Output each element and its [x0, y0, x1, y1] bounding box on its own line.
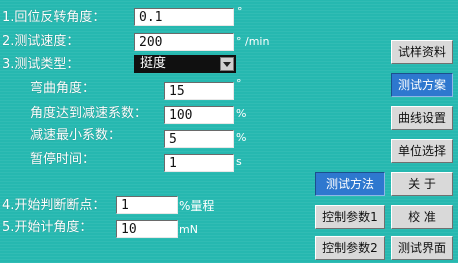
- test-plan-button[interactable]: 测试方案: [391, 73, 453, 97]
- break-point-unit: %量程: [179, 199, 215, 213]
- break-point-input[interactable]: 1: [116, 196, 178, 214]
- test-type-label: 3.测试类型：: [2, 57, 80, 72]
- test-speed-label: 2.测试速度：: [2, 34, 80, 49]
- angle-decel-coef-label: 角度达到减速系数：: [30, 106, 148, 121]
- chevron-down-icon[interactable]: [220, 57, 234, 71]
- decel-min-coef-input[interactable]: 5: [164, 130, 234, 148]
- test-type-value: 挺度: [140, 56, 167, 71]
- bend-angle-input[interactable]: 15: [164, 82, 234, 100]
- angle-decel-coef-unit: %: [236, 107, 247, 120]
- reverse-angle-unit: °: [237, 5, 243, 18]
- start-angle-label: 5.开始计角度：: [2, 220, 93, 235]
- sample-data-button[interactable]: 试样资料: [391, 40, 453, 64]
- reverse-angle-label: 1.回位反转角度：: [2, 10, 106, 25]
- start-angle-unit: mN: [179, 223, 198, 236]
- pause-time-input[interactable]: 1: [164, 154, 234, 172]
- test-type-dropdown[interactable]: 挺度: [134, 55, 236, 73]
- control-param1-button[interactable]: 控制参数1: [315, 205, 385, 229]
- test-screen-button[interactable]: 测试界面: [391, 236, 453, 260]
- start-angle-input[interactable]: 10: [116, 220, 178, 238]
- test-method-button[interactable]: 测试方法: [315, 172, 385, 196]
- pause-time-unit: s: [236, 155, 242, 168]
- control-param2-button[interactable]: 控制参数2: [315, 236, 385, 260]
- angle-decel-coef-input[interactable]: 100: [164, 106, 234, 124]
- curve-settings-button[interactable]: 曲线设置: [391, 106, 453, 130]
- unit-select-button[interactable]: 单位选择: [391, 139, 453, 163]
- break-point-label: 4.开始判断断点：: [2, 198, 106, 213]
- test-speed-input[interactable]: 200: [134, 33, 234, 51]
- reverse-angle-input[interactable]: 0.1: [134, 8, 234, 26]
- pause-time-label: 暂停时间：: [30, 152, 96, 167]
- decel-min-coef-unit: %: [236, 131, 247, 144]
- about-button[interactable]: 关 于: [391, 172, 453, 196]
- decel-min-coef-label: 减速最小系数：: [30, 128, 122, 143]
- test-speed-unit: ° /min: [236, 35, 270, 48]
- bend-angle-label: 弯曲角度：: [30, 81, 96, 96]
- calibrate-button[interactable]: 校 准: [391, 205, 453, 229]
- bend-angle-unit: °: [236, 77, 242, 90]
